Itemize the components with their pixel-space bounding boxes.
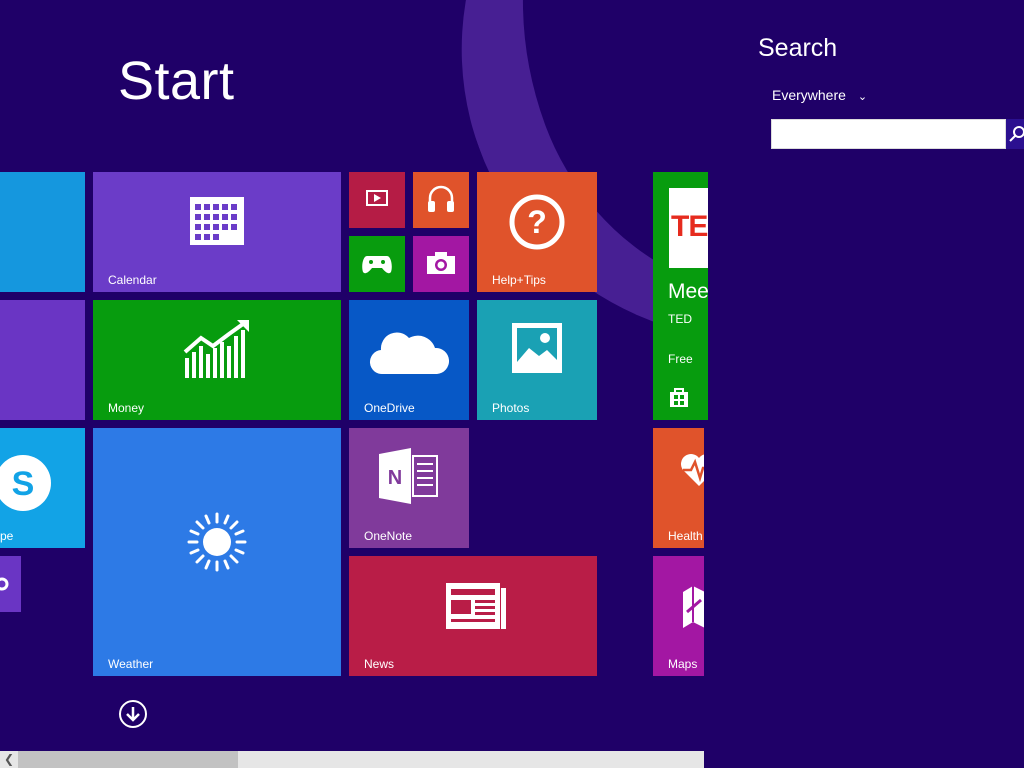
- onenote-icon: N: [377, 446, 441, 506]
- weather-label: Weather: [108, 657, 154, 671]
- ted-headline: Mee: [668, 280, 708, 303]
- tile-skype[interactable]: S pe: [0, 428, 85, 548]
- tile-money[interactable]: Money: [93, 300, 341, 420]
- search-box[interactable]: [771, 119, 1006, 149]
- maps-label: Maps: [668, 657, 698, 671]
- ted-price: Free: [668, 352, 693, 366]
- tile-help-tips[interactable]: ? Help+Tips: [477, 172, 597, 292]
- store-icon: [668, 386, 690, 408]
- chevron-down-icon: ⌄: [857, 91, 868, 103]
- photo-icon: [511, 322, 563, 374]
- tile-partial-blue[interactable]: [0, 172, 85, 292]
- tile-news[interactable]: News: [349, 556, 597, 676]
- help-tips-label: Help+Tips: [492, 273, 546, 287]
- tile-xbox[interactable]: [349, 236, 405, 292]
- photos-label: Photos: [492, 401, 530, 415]
- calendar-label: Calendar: [108, 273, 157, 287]
- search-scope-dropdown[interactable]: Everywhere ⌄: [772, 87, 867, 103]
- camera-icon: [426, 251, 456, 275]
- newspaper-icon: [445, 582, 507, 632]
- search-pane: Search Everywhere ⌄: [708, 0, 1024, 768]
- ted-publisher: TED: [668, 312, 692, 326]
- ted-logo-text: TE: [671, 210, 708, 243]
- calendar-icon: [189, 196, 245, 246]
- tile-calendar[interactable]: Calendar: [93, 172, 341, 292]
- tile-maps[interactable]: Maps: [653, 556, 704, 676]
- money-label: Money: [108, 401, 145, 415]
- skype-icon: S: [0, 448, 58, 518]
- tile-video[interactable]: [349, 172, 405, 228]
- horizontal-scrollbar[interactable]: ❮: [0, 751, 704, 768]
- cloud-icon: [369, 324, 449, 376]
- start-title: Start: [118, 51, 235, 111]
- skype-label: pe: [0, 529, 14, 543]
- onedrive-label: OneDrive: [364, 401, 415, 415]
- headphones-icon: [426, 184, 456, 214]
- tile-partial-purple[interactable]: [0, 300, 85, 420]
- tile-camera[interactable]: [413, 236, 469, 292]
- ted-logo: TE: [669, 188, 708, 268]
- tile-ted[interactable]: TE Mee TED Free: [653, 172, 708, 420]
- gamepad-icon: [361, 252, 393, 276]
- svg-text:?: ?: [527, 204, 547, 240]
- tile-onenote[interactable]: N OneNote: [349, 428, 469, 548]
- news-label: News: [364, 657, 395, 671]
- sun-icon: [185, 510, 249, 574]
- health-label: Health: [668, 529, 703, 543]
- scroll-left-icon[interactable]: ❮: [0, 751, 18, 768]
- search-input[interactable]: [780, 121, 1004, 149]
- svg-text:S: S: [12, 465, 35, 503]
- map-icon: [681, 582, 704, 632]
- search-button[interactable]: [1006, 119, 1024, 149]
- search-title: Search: [758, 34, 838, 62]
- chart-trend-icon: [183, 318, 253, 380]
- onenote-label: OneNote: [364, 529, 413, 543]
- gear-icon: [0, 576, 10, 592]
- tile-onedrive[interactable]: OneDrive: [349, 300, 469, 420]
- help-icon: ?: [509, 194, 565, 250]
- heart-icon: [679, 450, 704, 490]
- svg-text:N: N: [388, 467, 402, 489]
- tile-weather[interactable]: Weather: [93, 428, 341, 676]
- tile-health[interactable]: Health: [653, 428, 704, 548]
- video-icon: [366, 190, 388, 208]
- tile-music[interactable]: [413, 172, 469, 228]
- search-scope-label: Everywhere: [772, 87, 846, 103]
- start-screen: Start S pe Calendar ? Help+Tips Money On…: [0, 0, 708, 768]
- tile-photos[interactable]: Photos: [477, 300, 597, 420]
- all-apps-arrow-icon[interactable]: [119, 700, 147, 728]
- scroll-thumb[interactable]: [18, 751, 238, 768]
- tile-settings-small[interactable]: [0, 556, 21, 612]
